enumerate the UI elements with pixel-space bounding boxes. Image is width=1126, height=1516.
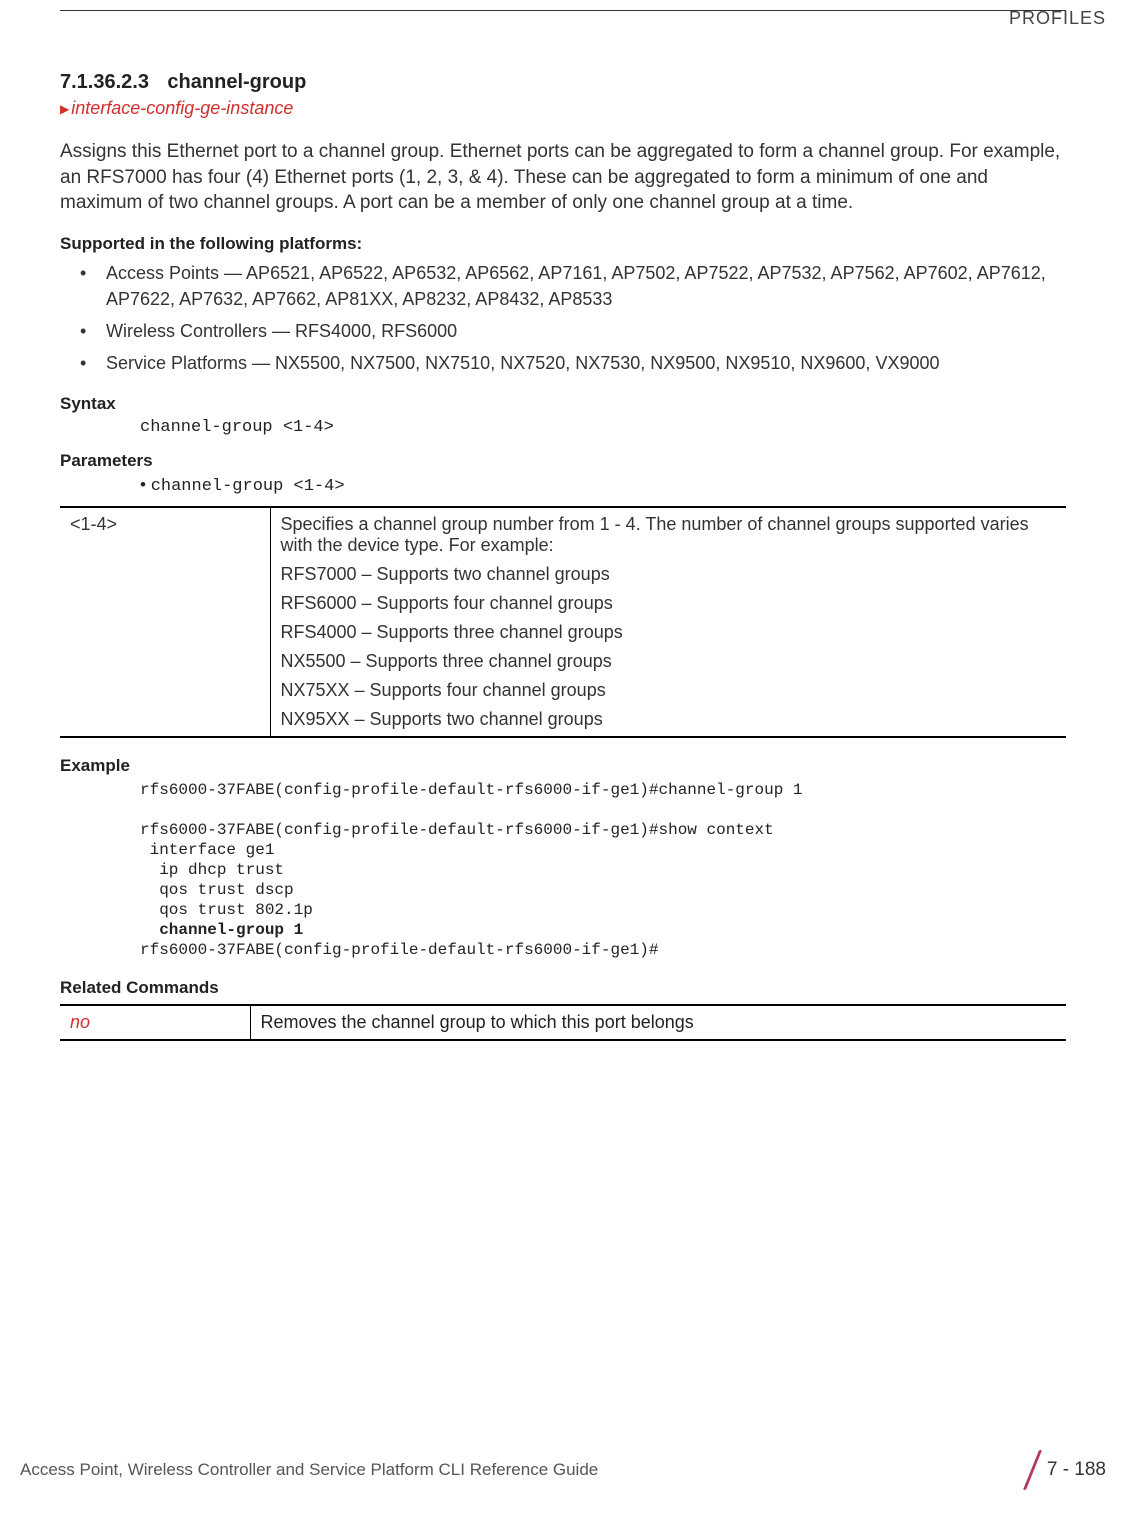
syntax-code: channel-group <1-4>: [140, 418, 1066, 437]
parameters-table: <1-4> Specifies a channel group number f…: [60, 506, 1066, 738]
section-heading: 7.1.36.2.3 channel-group: [60, 71, 1066, 94]
param-desc-intro: Specifies a channel group number from 1 …: [281, 514, 1057, 556]
platforms-heading: Supported in the following platforms:: [60, 234, 1066, 254]
syntax-heading: Syntax: [60, 394, 1066, 414]
section-title: channel-group: [167, 71, 306, 93]
page-header-right: PROFILES: [1009, 8, 1106, 29]
related-table: no Removes the channel group to which th…: [60, 1004, 1066, 1041]
param-desc-row: NX95XX – Supports two channel groups: [281, 709, 1057, 730]
param-desc-row: RFS6000 – Supports four channel groups: [281, 593, 1057, 614]
page-content: 7.1.36.2.3 channel-group ▶interface-conf…: [0, 0, 1126, 1041]
related-cmd-desc: Removes the channel group to which this …: [250, 1005, 1066, 1040]
footer-right: 7 - 188: [1021, 1452, 1106, 1488]
slash-icon: [1021, 1452, 1045, 1488]
top-rule: [60, 10, 1066, 11]
example-heading: Example: [60, 756, 1066, 776]
page-number: 7 - 188: [1047, 1459, 1106, 1481]
footer-left: Access Point, Wireless Controller and Se…: [20, 1460, 598, 1480]
platforms-list: Access Points — AP6521, AP6522, AP6532, …: [60, 260, 1066, 376]
breadcrumb-text: interface-config-ge-instance: [71, 98, 293, 118]
param-key: <1-4>: [60, 507, 270, 737]
breadcrumb-link[interactable]: ▶interface-config-ge-instance: [60, 98, 1066, 119]
section-number: 7.1.36.2.3: [60, 71, 149, 93]
parameters-heading: Parameters: [60, 451, 1066, 471]
example-code: rfs6000-37FABE(config-profile-default-rf…: [140, 780, 1066, 960]
list-item: Wireless Controllers — RFS4000, RFS6000: [106, 318, 1066, 344]
intro-paragraph: Assigns this Ethernet port to a channel …: [60, 139, 1066, 216]
triangle-icon: ▶: [60, 102, 69, 116]
list-item: Access Points — AP6521, AP6522, AP6532, …: [106, 260, 1066, 312]
param-desc-row: NX75XX – Supports four channel groups: [281, 680, 1057, 701]
param-desc-cell: Specifies a channel group number from 1 …: [270, 507, 1066, 737]
related-cmd-link[interactable]: no: [60, 1005, 250, 1040]
list-item: Service Platforms — NX5500, NX7500, NX75…: [106, 350, 1066, 376]
param-desc-row: NX5500 – Supports three channel groups: [281, 651, 1057, 672]
related-heading: Related Commands: [60, 978, 1066, 998]
page-footer: Access Point, Wireless Controller and Se…: [20, 1452, 1106, 1488]
param-bullet: channel-group <1-4>: [140, 475, 1066, 496]
param-desc-row: RFS7000 – Supports two channel groups: [281, 564, 1057, 585]
param-desc-row: RFS4000 – Supports three channel groups: [281, 622, 1057, 643]
